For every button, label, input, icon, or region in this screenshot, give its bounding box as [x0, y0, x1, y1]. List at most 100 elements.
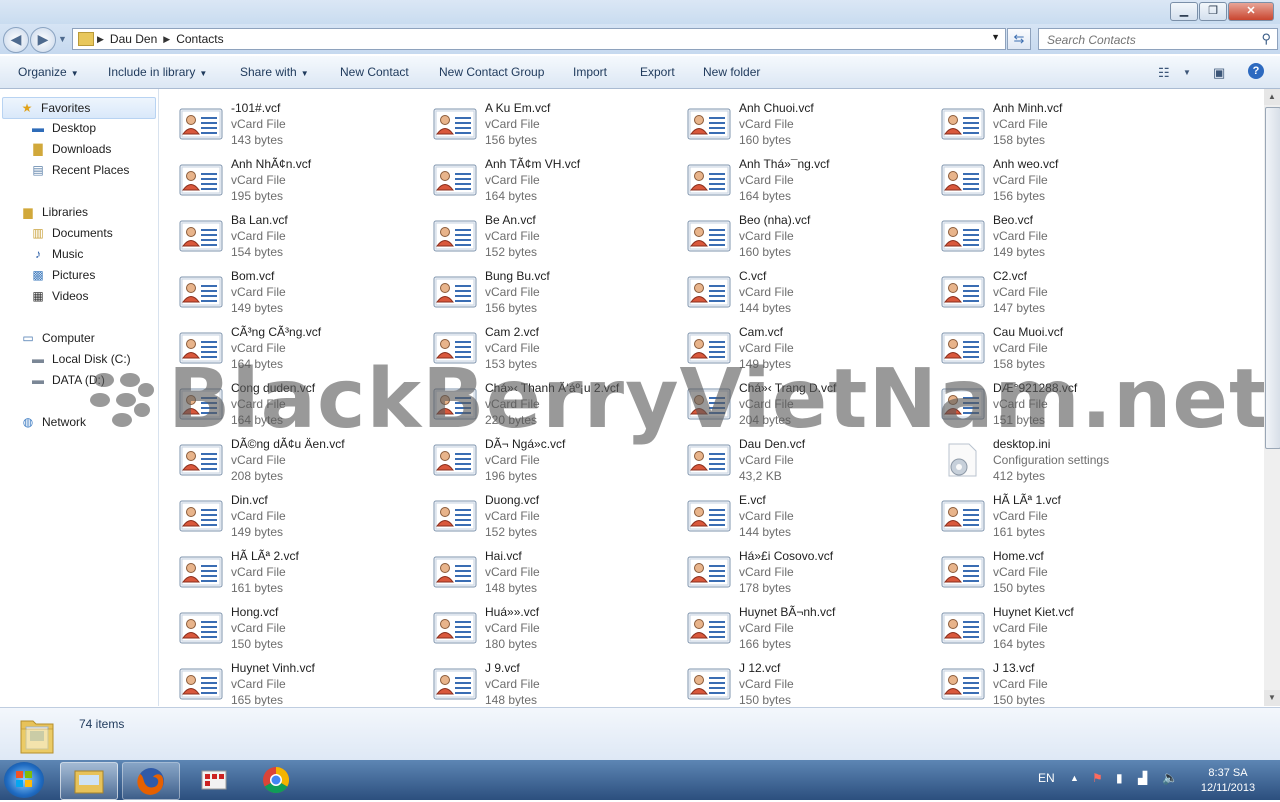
nav-pictures[interactable]: ▩ Pictures: [30, 268, 95, 282]
organize-menu[interactable]: Organize ▼: [18, 65, 79, 79]
action-center-icon[interactable]: ⚑: [1092, 771, 1103, 785]
file-item[interactable]: J 12.vcf vCard File 150 bytes: [667, 655, 917, 706]
file-item[interactable]: Bung Bu.vcf vCard File 156 bytes: [413, 263, 663, 315]
view-options-dropdown-icon[interactable]: ▼: [1183, 68, 1191, 77]
nav-documents[interactable]: ▥ Documents: [30, 226, 112, 240]
file-item[interactable]: Cong duden.vcf vCard File 164 bytes: [159, 375, 409, 427]
export-button[interactable]: Export: [640, 65, 675, 79]
search-icon[interactable]: ⚲: [1261, 31, 1271, 47]
nav-music[interactable]: ♪ Music: [30, 247, 83, 261]
minimize-button[interactable]: ▁: [1170, 2, 1198, 21]
file-item[interactable]: Beo.vcf vCard File 149 bytes: [921, 207, 1171, 259]
file-item[interactable]: Há»£i Cosovo.vcf vCard File 178 bytes: [667, 543, 917, 595]
forward-button[interactable]: ▶: [30, 27, 56, 53]
volume-icon[interactable]: 🔈: [1162, 770, 1178, 786]
import-button[interactable]: Import: [573, 65, 607, 79]
close-button[interactable]: ✕: [1228, 2, 1274, 21]
nav-videos[interactable]: ▦ Videos: [30, 289, 88, 303]
include-in-library-menu[interactable]: Include in library ▼: [108, 65, 207, 79]
nav-local-disk[interactable]: ▬ Local Disk (C:): [30, 352, 131, 366]
file-item[interactable]: Huynet Vinh.vcf vCard File 165 bytes: [159, 655, 409, 706]
file-item[interactable]: Anh NhÃ¢n.vcf vCard File 195 bytes: [159, 151, 409, 203]
network-signal-icon[interactable]: ▟: [1138, 771, 1147, 785]
new-folder-button[interactable]: New folder: [703, 65, 760, 79]
file-item[interactable]: HÃ LÃª 2.vcf vCard File 161 bytes: [159, 543, 409, 595]
file-item[interactable]: Hai.vcf vCard File 148 bytes: [413, 543, 663, 595]
file-item[interactable]: Huynet Kiet.vcf vCard File 164 bytes: [921, 599, 1171, 651]
file-item[interactable]: J 13.vcf vCard File 150 bytes: [921, 655, 1171, 706]
file-item[interactable]: Anh Minh.vcf vCard File 158 bytes: [921, 95, 1171, 147]
change-view-icon[interactable]: ☷: [1158, 65, 1170, 81]
address-bar[interactable]: ▶ Dau Den ▶ Contacts ▼: [72, 28, 1006, 50]
file-item[interactable]: Anh weo.vcf vCard File 156 bytes: [921, 151, 1171, 203]
file-item[interactable]: C.vcf vCard File 144 bytes: [667, 263, 917, 315]
new-contact-button[interactable]: New Contact: [340, 65, 409, 79]
file-item[interactable]: Duong.vcf vCard File 152 bytes: [413, 487, 663, 539]
help-icon[interactable]: ?: [1248, 63, 1264, 79]
clock[interactable]: 8:37 SA 12/11/2013: [1188, 766, 1268, 796]
nav-data-drive[interactable]: ▬ DATA (D:): [30, 373, 105, 387]
language-indicator[interactable]: EN: [1038, 771, 1055, 785]
file-item[interactable]: Hong.vcf vCard File 150 bytes: [159, 599, 409, 651]
maximize-button[interactable]: ❐: [1199, 2, 1227, 21]
nav-recent-places[interactable]: ▤ Recent Places: [30, 163, 129, 177]
show-hidden-icons-icon[interactable]: ▲: [1070, 773, 1079, 783]
recent-pages-dropdown[interactable]: ▼: [58, 34, 67, 44]
new-contact-group-button[interactable]: New Contact Group: [439, 65, 544, 79]
file-item[interactable]: DÆ°921288.vcf vCard File 151 bytes: [921, 375, 1171, 427]
back-button[interactable]: ◀: [3, 27, 29, 53]
file-item[interactable]: Chá»‹ Thanh Ä‘áº¡u 2.vcf vCard File 220 by…: [413, 375, 663, 427]
file-item[interactable]: Anh Chuoi.vcf vCard File 160 bytes: [667, 95, 917, 147]
nav-computer[interactable]: ▭ Computer: [20, 331, 94, 345]
nav-libraries[interactable]: ▆ Libraries: [20, 205, 88, 219]
file-item[interactable]: Cam.vcf vCard File 149 bytes: [667, 319, 917, 371]
breadcrumb-separator-icon[interactable]: ▶: [97, 34, 104, 45]
search-input[interactable]: [1045, 31, 1249, 49]
file-item[interactable]: J 9.vcf vCard File 148 bytes: [413, 655, 663, 706]
start-button[interactable]: [4, 762, 44, 798]
power-icon[interactable]: ▮: [1116, 771, 1123, 785]
file-item[interactable]: Ba Lan.vcf vCard File 154 bytes: [159, 207, 409, 259]
breadcrumb-contacts[interactable]: Contacts: [176, 32, 223, 46]
file-item[interactable]: desktop.ini Configuration settings 412 byt…: [921, 431, 1171, 483]
preview-pane-icon[interactable]: ▣: [1213, 65, 1225, 81]
file-item[interactable]: Anh Thá»¯ng.vcf vCard File 164 bytes: [667, 151, 917, 203]
file-item[interactable]: DÃ¬ Ngá»c.vcf vCard File 196 bytes: [413, 431, 663, 483]
taskbar-app[interactable]: [186, 762, 242, 798]
nav-favorites[interactable]: ★ Favorites: [2, 97, 156, 119]
file-item[interactable]: Be An.vcf vCard File 152 bytes: [413, 207, 663, 259]
file-item[interactable]: -101#.vcf vCard File 143 bytes: [159, 95, 409, 147]
file-item[interactable]: Huynet BÃ¬nh.vcf vCard File 166 bytes: [667, 599, 917, 651]
search-box[interactable]: ⚲: [1038, 28, 1278, 50]
address-dropdown-icon[interactable]: ▼: [991, 32, 1000, 42]
nav-desktop[interactable]: ▬ Desktop: [30, 121, 96, 135]
file-item[interactable]: A Ku Em.vcf vCard File 156 bytes: [413, 95, 663, 147]
file-item[interactable]: C2.vcf vCard File 147 bytes: [921, 263, 1171, 315]
file-item[interactable]: Home.vcf vCard File 150 bytes: [921, 543, 1171, 595]
file-item[interactable]: HÃ LÃª 1.vcf vCard File 161 bytes: [921, 487, 1171, 539]
file-item[interactable]: CÃ³ng CÃ³ng.vcf vCard File 164 bytes: [159, 319, 409, 371]
file-item[interactable]: Dau Den.vcf vCard File 43,2 KB: [667, 431, 917, 483]
file-item[interactable]: E.vcf vCard File 144 bytes: [667, 487, 917, 539]
breadcrumb-dau-den[interactable]: Dau Den: [110, 32, 157, 46]
taskbar-firefox[interactable]: [122, 762, 180, 800]
vertical-scrollbar[interactable]: ▲ ▼: [1264, 89, 1280, 706]
taskbar-chrome[interactable]: [248, 762, 304, 798]
file-item[interactable]: Cau Muoi.vcf vCard File 158 bytes: [921, 319, 1171, 371]
share-with-menu[interactable]: Share with ▼: [240, 65, 309, 79]
taskbar-explorer[interactable]: [60, 762, 118, 800]
file-item[interactable]: Huá»».vcf vCard File 180 bytes: [413, 599, 663, 651]
file-item[interactable]: DÃ©ng dÃ¢u Äen.vcf vCard File 208 bytes: [159, 431, 409, 483]
file-item[interactable]: Anh TÃ¢m VH.vcf vCard File 164 bytes: [413, 151, 663, 203]
file-item[interactable]: Chá»‹ Trang D.vcf vCard File 204 bytes: [667, 375, 917, 427]
refresh-button[interactable]: ⇆: [1007, 28, 1031, 50]
nav-network[interactable]: ◍ Network: [20, 415, 86, 429]
file-item[interactable]: Beo (nha).vcf vCard File 160 bytes: [667, 207, 917, 259]
file-item[interactable]: Din.vcf vCard File 149 bytes: [159, 487, 409, 539]
file-item[interactable]: Cam 2.vcf vCard File 153 bytes: [413, 319, 663, 371]
scroll-down-icon[interactable]: ▼: [1264, 690, 1280, 706]
file-item[interactable]: Bom.vcf vCard File 149 bytes: [159, 263, 409, 315]
nav-downloads[interactable]: ▇ Downloads: [30, 142, 111, 156]
scroll-up-icon[interactable]: ▲: [1264, 89, 1280, 105]
breadcrumb-separator-icon[interactable]: ▶: [163, 34, 170, 45]
